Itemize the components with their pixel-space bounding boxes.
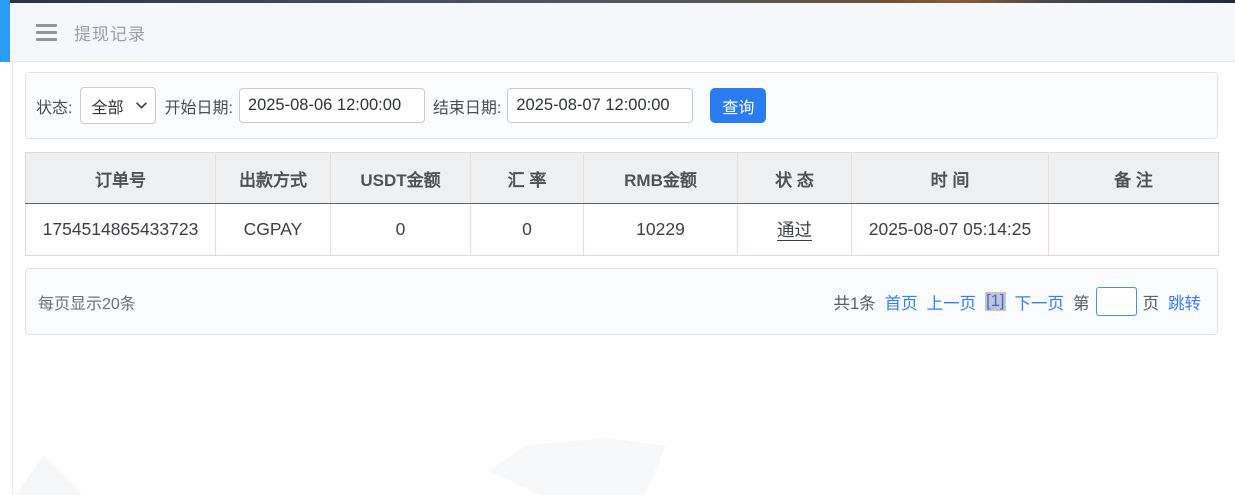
cell-time: 2025-08-07 05:14:25 [852,204,1049,256]
table-row: 1754514865433723 CGPAY 0 0 10229 通过 2025… [26,204,1219,256]
page-size-text: 每页显示20条 [38,290,136,314]
col-exchange-rate: 汇 率 [471,153,584,204]
total-count-text: 共1条 [833,290,875,314]
cell-payout-method: CGPAY [216,204,331,256]
first-page-link[interactable]: 首页 [885,290,918,314]
records-table: 订单号 出款方式 USDT金额 汇 率 RMB金额 状 态 时 间 备 注 17… [25,152,1218,256]
cell-rmb-amount: 10229 [584,204,738,256]
cell-remark [1049,204,1219,256]
status-label: 状态: [36,94,72,118]
col-time: 时 间 [852,153,1049,204]
cell-usdt-amount: 0 [331,204,471,256]
filter-panel: 状态: 全部 开始日期: 结束日期: 查询 [25,72,1218,139]
jump-link[interactable]: 跳转 [1168,290,1201,314]
chevron-down-icon [136,102,147,109]
watermark-shape-left [15,456,83,495]
status-select[interactable]: 全部 [80,87,156,124]
col-remark: 备 注 [1049,153,1219,204]
col-payout-method: 出款方式 [216,153,331,204]
col-order-no: 订单号 [26,153,216,204]
query-button[interactable]: 查询 [710,88,766,123]
jump-prefix-label: 第 [1073,290,1090,314]
jump-page-input[interactable] [1096,287,1137,316]
header-bar: 提现记录 [0,3,1235,62]
next-page-link[interactable]: 下一页 [1015,290,1065,314]
status-select-value: 全部 [91,94,123,118]
hamburger-menu-icon[interactable] [36,24,57,41]
col-usdt-amount: USDT金额 [331,153,471,204]
pagination-panel: 每页显示20条 共1条 首页 上一页 [1] 下一页 第 页 跳转 [25,268,1218,335]
cell-exchange-rate: 0 [471,204,584,256]
jump-group: 第 页 [1073,287,1159,316]
col-status: 状 态 [738,153,852,204]
cell-order-no: 1754514865433723 [26,204,216,256]
status-badge: 通过 [777,220,812,240]
jump-suffix-label: 页 [1143,290,1160,314]
watermark-shape-center [488,438,666,495]
start-date-label: 开始日期: [164,94,232,118]
left-accent-stripe [0,0,10,62]
prev-page-link[interactable]: 上一页 [927,290,977,314]
content-left-border [12,62,13,495]
table-header-row: 订单号 出款方式 USDT金额 汇 率 RMB金额 状 态 时 间 备 注 [26,153,1219,204]
end-date-label: 结束日期: [433,94,501,118]
current-page-indicator: [1] [985,292,1005,311]
pager: 共1条 首页 上一页 [1] 下一页 第 页 跳转 [833,287,1201,316]
cell-status: 通过 [738,204,852,256]
col-rmb-amount: RMB金额 [584,153,738,204]
end-date-input[interactable] [507,88,693,123]
start-date-input[interactable] [239,88,425,123]
page-title: 提现记录 [74,20,146,45]
